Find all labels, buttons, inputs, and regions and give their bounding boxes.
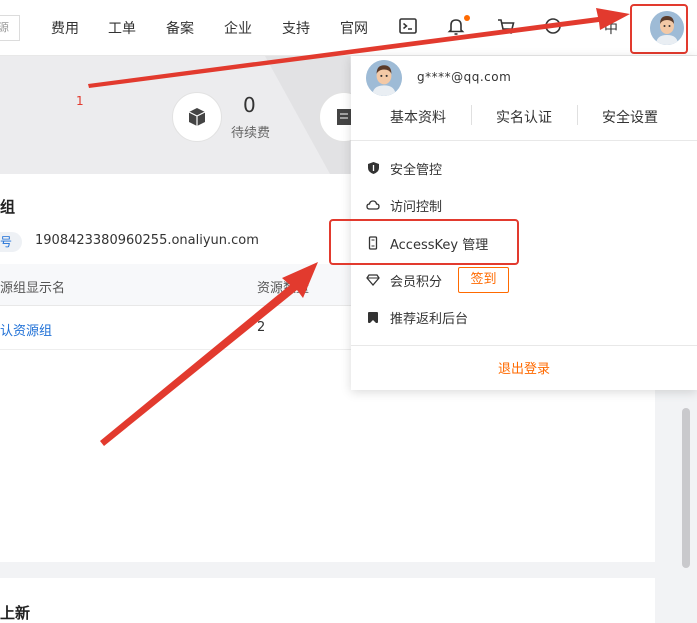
menu-item-member-points[interactable]: 会员积分 — [366, 270, 442, 290]
account-tag: 号 — [0, 232, 22, 252]
avatar-highlight-box — [630, 4, 688, 54]
divider — [351, 345, 697, 346]
menu-item-label: 访问控制 — [390, 199, 443, 215]
resource-group-title: 组 — [0, 198, 16, 216]
cart-icon[interactable] — [496, 16, 518, 38]
annotation-step-number: 1 — [76, 94, 84, 108]
nav-item-enterprise[interactable]: 企业 — [224, 18, 252, 38]
bookmark-icon — [366, 310, 380, 324]
terminal-icon[interactable] — [398, 16, 420, 38]
accesskey-highlight-box — [329, 219, 519, 265]
nav-item-official-site[interactable]: 官网 — [340, 18, 368, 38]
diamond-icon — [366, 273, 380, 287]
nav-item-icp-filing[interactable]: 备案 — [166, 18, 194, 38]
help-icon[interactable] — [543, 16, 565, 38]
menu-item-label: 安全管控 — [390, 162, 443, 178]
shield-icon — [366, 161, 380, 175]
resource-count: 2 — [257, 320, 266, 335]
profile-link[interactable]: 基本资料 — [390, 107, 446, 127]
renewal-label[interactable]: 待续费 — [231, 122, 270, 141]
top-nav-bar: 源 费用 工单 备案 企业 支持 官网 中 — [0, 0, 697, 56]
divider — [577, 105, 578, 125]
avatar — [366, 60, 402, 96]
search-input[interactable]: 源 — [0, 15, 20, 41]
resource-group-link[interactable]: 认资源组 — [0, 320, 52, 339]
nav-item-billing[interactable]: 费用 — [51, 18, 79, 38]
menu-item-label: 会员积分 — [390, 274, 443, 290]
new-products-title: 上新 — [0, 604, 31, 622]
column-header-count: 资源数量 — [257, 281, 310, 296]
column-header-name: 源组显示名 — [0, 281, 66, 296]
divider — [351, 140, 697, 141]
security-settings-link[interactable]: 安全设置 — [602, 107, 658, 127]
renewal-count: 0 — [243, 93, 256, 117]
cloud-icon — [366, 198, 380, 212]
box-icon — [172, 92, 222, 142]
user-email: g****@qq.com — [417, 70, 512, 84]
scrollbar[interactable] — [682, 408, 690, 568]
new-products-card — [0, 578, 655, 623]
account-id: 1908423380960255.onaliyun.com — [35, 233, 259, 248]
menu-item-label: 推荐返利后台 — [390, 311, 469, 327]
menu-item-access-control[interactable]: 访问控制 — [366, 195, 442, 215]
logout-link[interactable]: 退出登录 — [351, 358, 697, 377]
menu-item-referral-backend[interactable]: 推荐返利后台 — [366, 307, 468, 327]
nav-item-support[interactable]: 支持 — [282, 18, 310, 38]
nav-item-language[interactable]: 中 — [604, 18, 618, 38]
menu-item-security-control[interactable]: 安全管控 — [366, 158, 442, 178]
check-in-button[interactable]: 签到 — [458, 267, 509, 293]
real-name-auth-link[interactable]: 实名认证 — [496, 107, 552, 127]
notification-dot — [464, 15, 470, 21]
divider — [471, 105, 472, 125]
nav-item-tickets[interactable]: 工单 — [108, 18, 136, 38]
